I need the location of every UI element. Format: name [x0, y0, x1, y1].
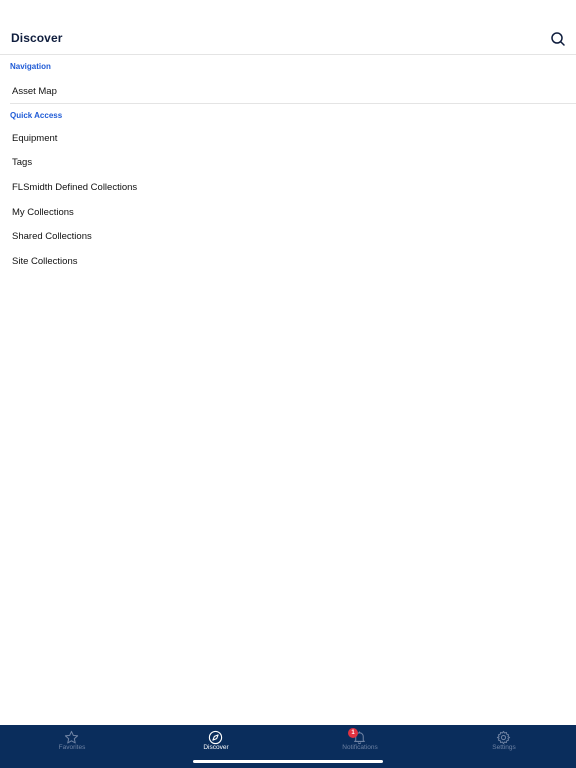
tab-discover[interactable]: Discover: [144, 725, 288, 761]
header: Discover: [0, 24, 576, 55]
list-item-label: Tags: [12, 157, 33, 168]
list-item-equipment[interactable]: Equipment: [0, 127, 576, 151]
list-item-site-collections[interactable]: Site Collections: [0, 250, 576, 274]
tab-favorites[interactable]: Favorites: [0, 725, 144, 761]
divider: [10, 103, 576, 104]
list-item-label: Asset Map: [12, 86, 57, 97]
search-button[interactable]: [550, 31, 566, 47]
tab-settings[interactable]: Settings: [432, 725, 576, 761]
list-item-flsmidth-defined-collections[interactable]: FLSmidth Defined Collections: [0, 176, 576, 200]
page-title: Discover: [11, 31, 63, 45]
section-label-quick-access: Quick Access: [10, 111, 63, 120]
list-item-label: My Collections: [12, 207, 74, 218]
notification-badge: 1: [348, 728, 358, 738]
list-item-label: Equipment: [12, 133, 58, 144]
section-label-navigation: Navigation: [10, 62, 51, 71]
list-item-label: Shared Collections: [12, 231, 92, 242]
list-item-asset-map[interactable]: Asset Map: [0, 80, 576, 104]
list-item-label: Site Collections: [12, 256, 78, 267]
list-item-tags[interactable]: Tags: [0, 151, 576, 175]
list-item-shared-collections[interactable]: Shared Collections: [0, 225, 576, 249]
star-icon: [64, 730, 79, 744]
tab-bar: Favorites Discover 1 Notifications Setti…: [0, 725, 576, 768]
tab-notifications[interactable]: 1 Notifications: [288, 725, 432, 761]
compass-icon: [208, 730, 223, 745]
tab-label: Discover: [203, 744, 229, 751]
home-indicator[interactable]: [193, 760, 383, 763]
tab-label: Favorites: [58, 744, 86, 751]
list-item-my-collections[interactable]: My Collections: [0, 201, 576, 225]
tab-label: Settings: [492, 744, 516, 751]
list-item-label: FLSmidth Defined Collections: [12, 182, 138, 193]
discover-screen: Discover Navigation Asset Map Quick Acce…: [0, 0, 576, 768]
search-icon: [551, 32, 565, 46]
tab-label: Notifications: [342, 744, 378, 751]
gear-icon: [496, 730, 511, 745]
